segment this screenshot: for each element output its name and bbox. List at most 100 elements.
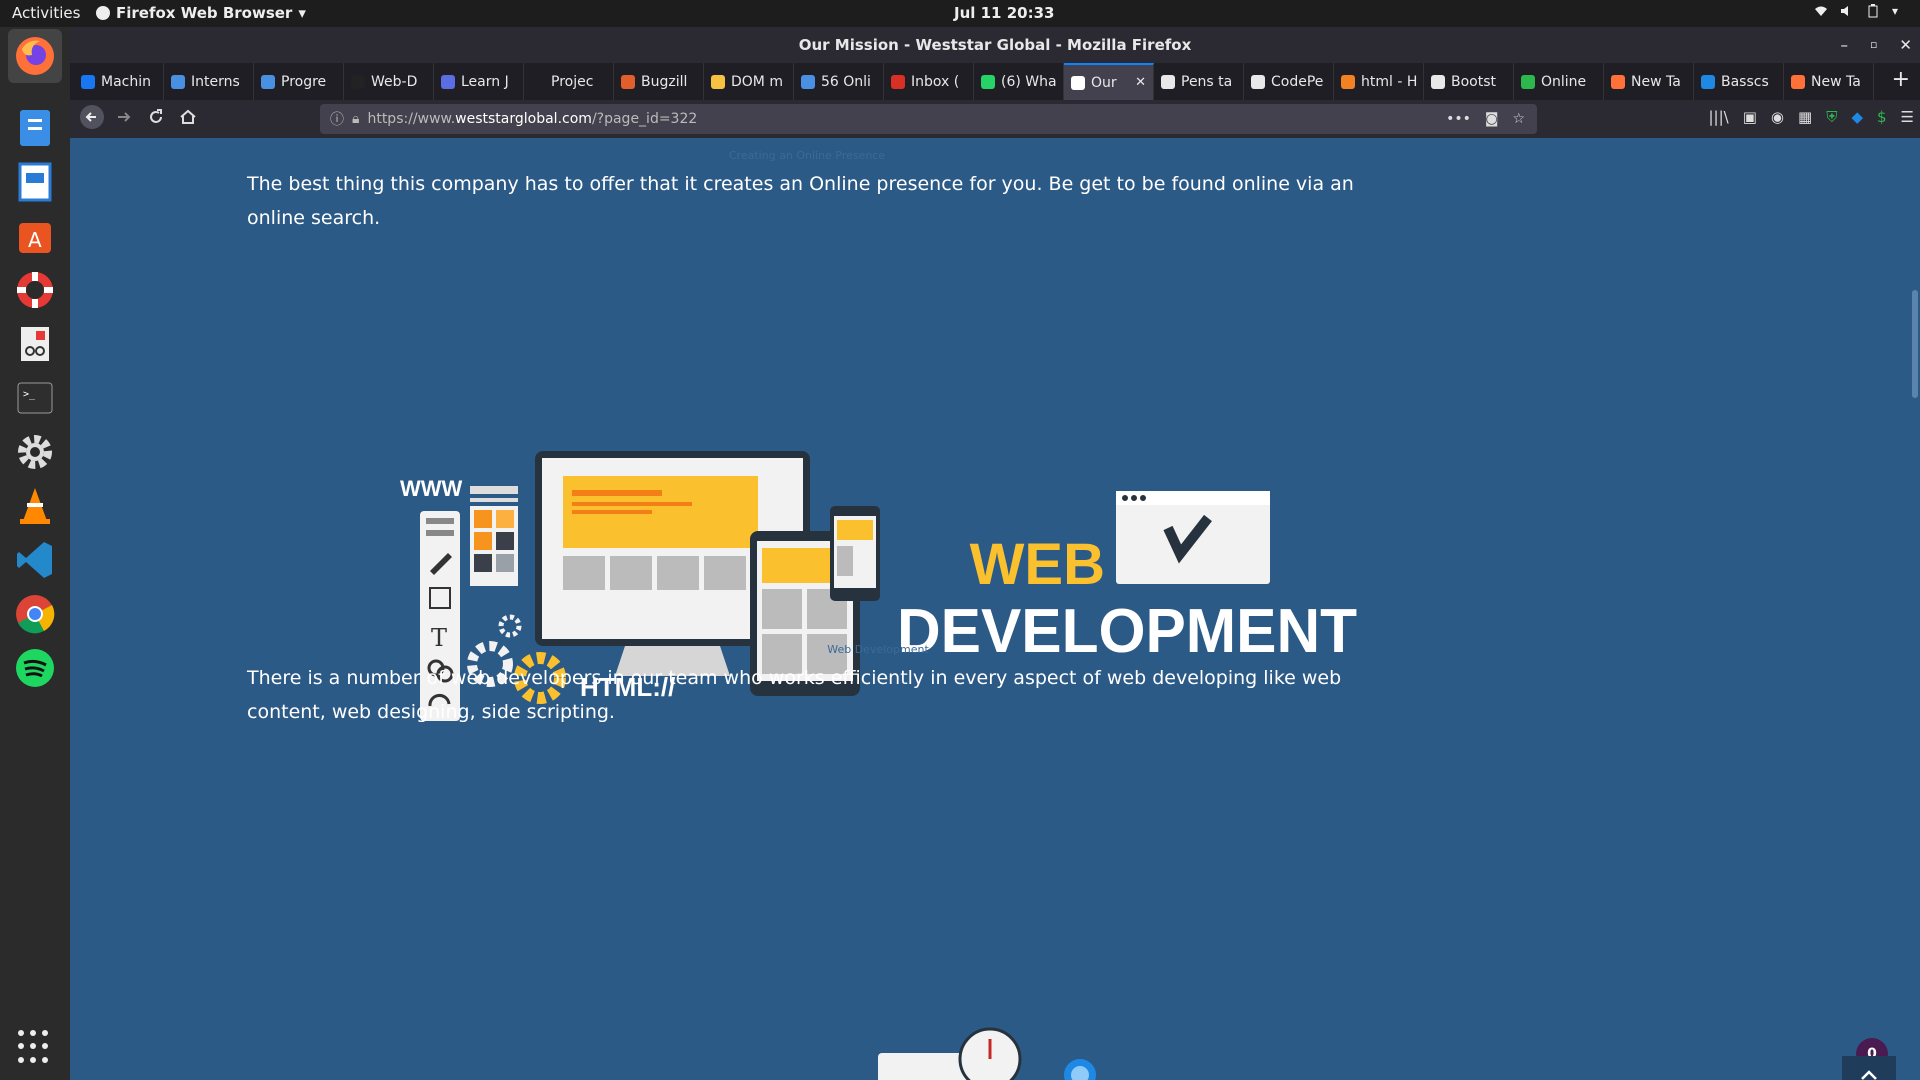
- web-page: Creating an Online Presence The best thi…: [70, 138, 1920, 1080]
- spotify-icon: [16, 649, 54, 687]
- chrome-icon: [16, 595, 55, 634]
- dollar-extension-icon[interactable]: $: [1877, 108, 1887, 126]
- browser-tab[interactable]: Learn J: [434, 63, 524, 100]
- dock-file-manager[interactable]: [8, 101, 62, 155]
- back-to-top-button[interactable]: [1842, 1056, 1896, 1080]
- page-actions-icon[interactable]: •••: [1446, 111, 1471, 127]
- browser-tab[interactable]: Online: [1514, 63, 1604, 100]
- browser-tab[interactable]: Inbox (: [884, 63, 974, 100]
- reload-icon: [150, 108, 162, 123]
- bookmark-star-icon[interactable]: ☆: [1512, 111, 1525, 127]
- dock-vlc[interactable]: [8, 479, 62, 533]
- tab-favicon-icon: [1431, 74, 1445, 89]
- forward-button[interactable]: [108, 107, 140, 132]
- tab-label: html - H: [1361, 73, 1418, 90]
- extension-badge-icon[interactable]: ◆: [1851, 108, 1863, 126]
- dock-vscode[interactable]: [8, 533, 62, 587]
- tab-label: Learn J: [461, 73, 509, 90]
- file-manager-icon: [20, 110, 50, 146]
- browser-tab[interactable]: Progre: [254, 63, 344, 100]
- url-bar[interactable]: ⓘ 🔒︎ https://www.weststarglobal.com/?pag…: [320, 104, 1537, 134]
- dock-document-viewer[interactable]: [8, 317, 62, 371]
- reload-button[interactable]: [140, 108, 172, 131]
- browser-tab[interactable]: (6) Wha: [974, 63, 1064, 100]
- pocket-icon[interactable]: ◙: [1485, 111, 1499, 127]
- browser-tab[interactable]: Projec: [524, 63, 614, 100]
- tab-favicon-icon: [891, 74, 905, 89]
- back-button[interactable]: [76, 104, 108, 135]
- app-menu[interactable]: Firefox Web Browser ▾: [96, 4, 306, 22]
- paragraph-web-developers: There is a number of web developers in o…: [247, 667, 1342, 723]
- browser-tab[interactable]: New Ta: [1784, 63, 1874, 100]
- dock-writer[interactable]: [8, 155, 62, 209]
- browser-tab[interactable]: Basscs: [1694, 63, 1784, 100]
- browser-tab[interactable]: 56 Onli: [794, 63, 884, 100]
- browser-tab[interactable]: New Ta: [1604, 63, 1694, 100]
- tab-favicon-icon: [711, 74, 725, 89]
- tab-favicon-icon: [1521, 74, 1535, 89]
- chevron-down-icon: ▾: [298, 4, 306, 22]
- tab-favicon-icon: [1791, 74, 1805, 89]
- hamburger-menu-icon[interactable]: ☰: [1901, 108, 1914, 126]
- system-tray[interactable]: ▾: [1814, 4, 1906, 18]
- tab-bar: Machin Interns Progre Web-D Learn J Projec Bug…: [70, 63, 1920, 100]
- tab-label: New Ta: [1811, 73, 1861, 90]
- browser-tab[interactable]: Our ✕: [1064, 63, 1154, 100]
- tab-label: DOM m: [731, 73, 783, 90]
- activities-button[interactable]: Activities: [12, 4, 80, 22]
- sidebar-icon[interactable]: ▣: [1743, 108, 1757, 126]
- tab-label: Machin: [101, 73, 151, 90]
- close-window-button[interactable]: ✕: [1899, 27, 1912, 63]
- back-arrow-icon: [80, 104, 104, 129]
- dock-software-center[interactable]: A: [8, 209, 62, 263]
- tab-favicon-icon: [531, 74, 545, 89]
- minimize-button[interactable]: –: [1840, 27, 1848, 63]
- browser-tab[interactable]: Bootst: [1424, 63, 1514, 100]
- dock-terminal[interactable]: >_: [8, 371, 62, 425]
- browser-tab[interactable]: Bugzill: [614, 63, 704, 100]
- tab-label: Progre: [281, 73, 327, 90]
- browser-tab[interactable]: html - H: [1334, 63, 1424, 100]
- dock-help[interactable]: [8, 263, 62, 317]
- volume-icon: [1840, 4, 1854, 18]
- tab-label: Pens ta: [1181, 73, 1233, 90]
- dock-chrome[interactable]: [8, 587, 62, 641]
- window-title: Our Mission - Weststar Global - Mozilla …: [798, 36, 1192, 54]
- dock-firefox[interactable]: [8, 29, 62, 83]
- url-text: https://www.weststarglobal.com/?page_id=…: [367, 111, 698, 127]
- browser-tab[interactable]: Web-D: [344, 63, 434, 100]
- show-applications-button[interactable]: [18, 1030, 52, 1064]
- forward-arrow-icon: [118, 111, 131, 122]
- home-icon: [180, 109, 196, 124]
- wifi-icon: [1814, 4, 1828, 18]
- browser-tab[interactable]: Interns: [164, 63, 254, 100]
- scrollbar-thumb[interactable]: [1912, 290, 1918, 398]
- info-icon[interactable]: ⓘ: [330, 109, 344, 129]
- window-titlebar: Our Mission - Weststar Global - Mozilla …: [70, 27, 1920, 63]
- dock-spotify[interactable]: [8, 641, 62, 695]
- browser-tab[interactable]: DOM m: [704, 63, 794, 100]
- image-caption-web-development: Web Development: [827, 643, 929, 656]
- shield-icon[interactable]: ⛨: [1826, 108, 1837, 126]
- browser-tab[interactable]: Machin: [74, 63, 164, 100]
- dock-settings[interactable]: [8, 425, 62, 479]
- navigation-toolbar: ⓘ 🔒︎ https://www.weststarglobal.com/?pag…: [70, 100, 1920, 138]
- maximize-button[interactable]: ▫: [1870, 27, 1877, 63]
- document-viewer-icon: [21, 327, 49, 361]
- close-tab-icon[interactable]: ✕: [1135, 75, 1146, 90]
- writer-icon: [18, 162, 52, 202]
- browser-tab[interactable]: CodePe: [1244, 63, 1334, 100]
- tab-favicon-icon: [1251, 74, 1265, 89]
- new-tab-button[interactable]: +: [1882, 63, 1920, 100]
- home-button[interactable]: [172, 108, 204, 131]
- paragraph-online-presence: The best thing this company has to offer…: [247, 173, 1354, 229]
- web-heading: WEB: [970, 532, 1105, 597]
- browser-tab[interactable]: Pens ta: [1154, 63, 1244, 100]
- tab-favicon-icon: [441, 74, 455, 89]
- library-icon[interactable]: |||\: [1709, 108, 1729, 126]
- extension-icon[interactable]: ▦: [1798, 108, 1812, 126]
- clock[interactable]: Jul 11 20:33: [954, 4, 1054, 22]
- account-icon[interactable]: ◉: [1771, 108, 1784, 126]
- tab-favicon-icon: [171, 74, 185, 89]
- page-scrollbar[interactable]: [1908, 138, 1920, 1080]
